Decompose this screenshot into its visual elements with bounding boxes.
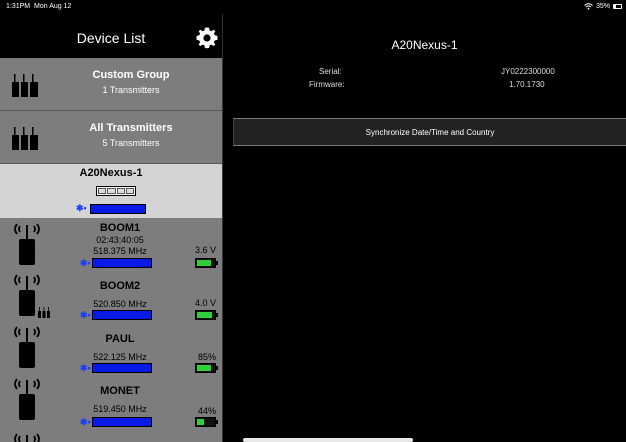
group-row-custom[interactable]: Custom Group 1 Transmitters (0, 58, 222, 111)
transmitter-row-partial[interactable] (0, 430, 222, 442)
status-date: Mon Aug 12 (34, 3, 72, 10)
status-clock: 1:31PM (6, 3, 31, 10)
transmitter-row-paul[interactable]: PAUL 522.125 MHz 85% ✱• (0, 322, 222, 374)
group-count: 1 Transmitters (102, 85, 160, 95)
transmitter-icon (14, 378, 40, 420)
bluetooth-icon: ✱• (76, 203, 87, 213)
detail-title: A20Nexus-1 (391, 38, 458, 52)
device-name: A20Nexus-1 (79, 167, 143, 179)
frequency: 522.125 MHz (93, 352, 147, 362)
wifi-icon (584, 3, 593, 10)
battery-percent: 35% (595, 3, 610, 10)
transmitter-name: BOOM1 (99, 222, 141, 234)
battery-icon (195, 310, 218, 320)
signal-bar (92, 310, 152, 320)
battery-fill (197, 419, 205, 425)
transmitter-row-monet[interactable]: MONET 519.450 MHz 44% ✱• (0, 374, 222, 430)
timecode: 02:43:40:05 (96, 235, 144, 245)
battery-fill (197, 365, 212, 371)
bluetooth-icon: ✱• (80, 310, 91, 320)
bluetooth-icon: ✱• (80, 363, 91, 373)
channel-indicator (96, 186, 136, 196)
transmitter-name: MONET (100, 385, 140, 397)
sync-datetime-button[interactable]: Synchronize Date/Time and Country (233, 118, 626, 146)
serial-value: JY0222300000 (501, 67, 555, 76)
signal-bar (92, 258, 152, 268)
detail-panel: A20Nexus-1 Serial: JY0222300000 Firmware… (223, 14, 626, 442)
battery-level: 44% (197, 406, 216, 416)
transmitter-icon (14, 433, 40, 442)
group-name: All Transmitters (89, 122, 173, 134)
sidebar-header: Device List (0, 14, 222, 58)
transmitter-name: BOOM2 (99, 280, 141, 292)
group-row-all[interactable]: All Transmitters 5 Transmitters (0, 111, 222, 164)
battery-fill (197, 260, 212, 266)
group-icon (12, 127, 38, 150)
frequency: 519.450 MHz (93, 404, 147, 414)
battery-icon (195, 417, 218, 427)
bluetooth-icon: ✱• (80, 258, 91, 268)
serial-label: Serial: (319, 67, 342, 76)
battery-level: 4.0 V (194, 298, 216, 308)
transmitter-name: PAUL (105, 333, 135, 345)
battery-level: 85% (197, 352, 216, 362)
transmitter-icon (14, 223, 40, 265)
transmitter-row-boom2[interactable]: BOOM2 520.850 MHz 4.0 V ✱• (0, 270, 222, 322)
group-name: Custom Group (92, 69, 170, 81)
frequency: 518.375 MHz (93, 246, 147, 256)
gear-icon[interactable] (195, 26, 219, 50)
battery-level: 3.6 V (194, 245, 216, 255)
home-indicator[interactable] (243, 438, 413, 442)
sidebar-title: Device List (76, 30, 146, 46)
signal-bar (90, 204, 146, 214)
group-icon (12, 74, 38, 97)
bluetooth-icon: ✱• (80, 417, 91, 427)
firmware-label: Firmware: (309, 80, 345, 89)
status-right: 35% (584, 3, 622, 10)
firmware-value: 1.70.1730 (509, 80, 545, 89)
device-row-selected[interactable]: A20Nexus-1 ✱• (0, 164, 222, 218)
battery-icon (195, 258, 218, 268)
battery-fill (197, 312, 213, 318)
group-count: 5 Transmitters (102, 138, 160, 148)
status-bar: 1:31PM Mon Aug 12 35% (0, 0, 626, 14)
transmitter-icon (14, 326, 40, 368)
group-member-icon (38, 307, 50, 318)
status-time: 1:31PM Mon Aug 12 (6, 3, 71, 10)
frequency: 520.850 MHz (93, 299, 147, 309)
transmitter-row-boom1[interactable]: BOOM1 02:43:40:05 518.375 MHz 3.6 V ✱• (0, 218, 222, 270)
battery-icon (613, 4, 622, 9)
signal-bar (92, 417, 152, 427)
signal-bar (92, 363, 152, 373)
battery-icon (195, 363, 218, 373)
